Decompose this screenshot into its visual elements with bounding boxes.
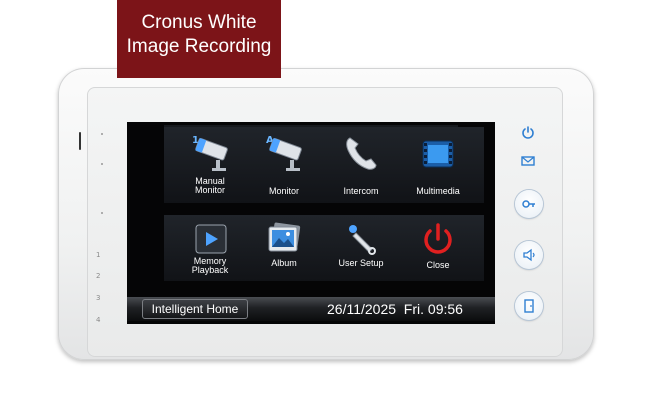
- taskbar: Intelligent Home 26/11/2025 Fri. 09:56: [127, 297, 495, 321]
- sensor-dot: [101, 212, 103, 214]
- unlock-key-icon: [522, 200, 535, 208]
- menu-item-label: Close: [426, 260, 450, 270]
- caption-banner: Cronus White Image Recording: [117, 0, 281, 78]
- led-number-1: 1: [96, 251, 101, 259]
- camera-a-icon: A: [264, 133, 304, 173]
- photo-album-icon: [264, 221, 304, 261]
- side-slot: [79, 132, 81, 150]
- banner-line-1: Cronus White: [141, 12, 257, 33]
- phone-handset-icon: [341, 133, 381, 173]
- touch-screen: 1 Manual Monitor A Monitor Intercom Mult…: [127, 122, 495, 324]
- door-icon: [524, 299, 534, 313]
- speaker-icon: [523, 248, 535, 262]
- banner-line-2: Image Recording: [126, 36, 272, 57]
- menu-item-label: Multimedia: [416, 186, 460, 196]
- led-number-4: 4: [96, 316, 101, 324]
- menu-item-close[interactable]: Close: [392, 215, 484, 281]
- camera-1-icon: 1: [190, 133, 230, 173]
- power-icon: [418, 221, 458, 261]
- led-number-3: 3: [96, 294, 101, 302]
- power-indicator-icon: [521, 124, 535, 143]
- sensor-dot: [101, 163, 103, 165]
- film-icon: [418, 133, 458, 173]
- message-indicator-icon: [521, 152, 535, 171]
- intelligent-home-button[interactable]: Intelligent Home: [142, 299, 248, 319]
- door-button[interactable]: [515, 292, 543, 320]
- wrench-icon: [341, 221, 381, 261]
- menu-item-multimedia[interactable]: Multimedia: [392, 127, 484, 203]
- play-icon: [190, 221, 230, 261]
- unlock-button[interactable]: [515, 190, 543, 218]
- date-time-readout: 26/11/2025 Fri. 09:56: [327, 301, 463, 317]
- led-number-2: 2: [96, 272, 101, 280]
- sensor-dot: [101, 133, 103, 135]
- speaker-button[interactable]: [515, 241, 543, 269]
